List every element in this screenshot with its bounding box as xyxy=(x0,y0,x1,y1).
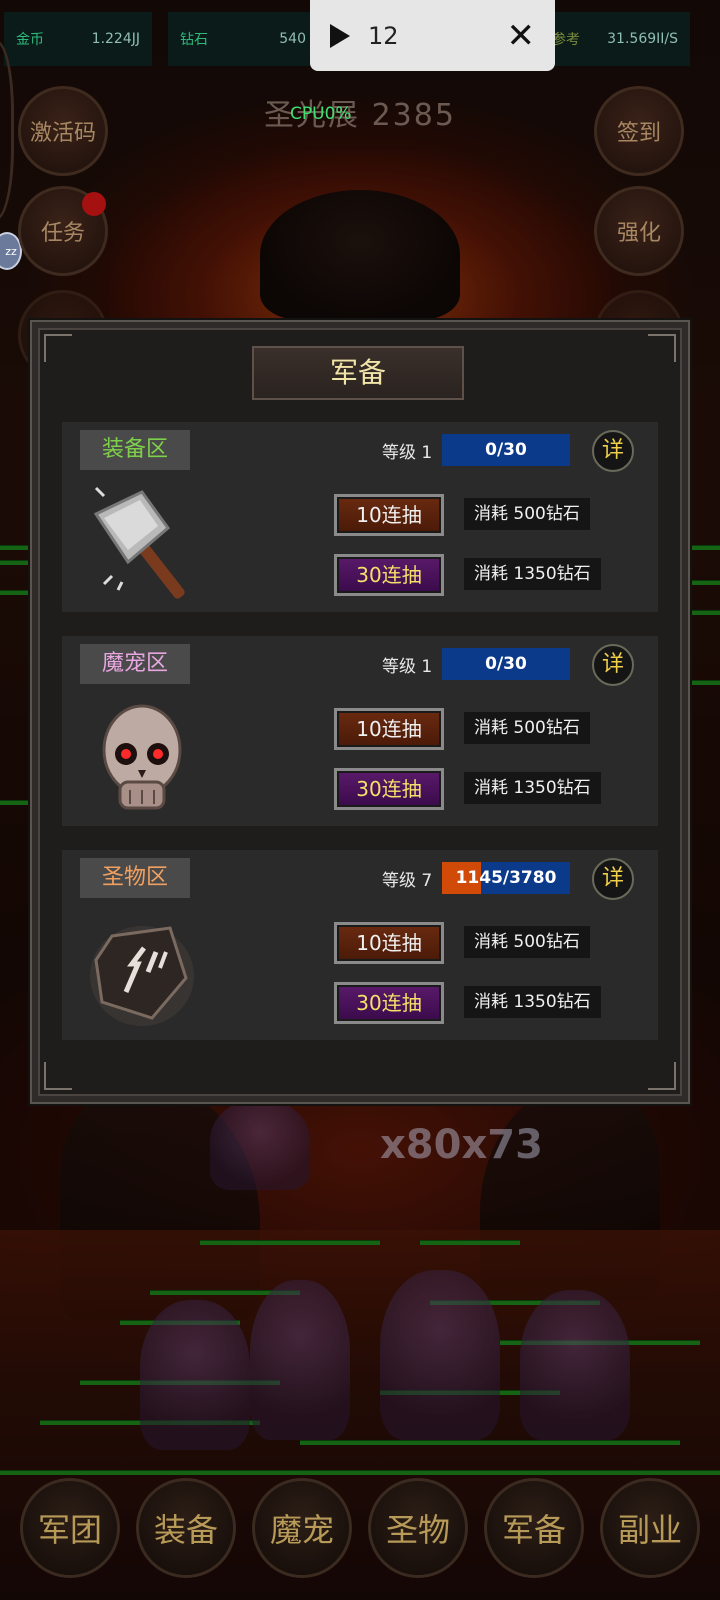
diamond-value: 540 xyxy=(279,31,306,47)
nav-button-5[interactable]: 副业 xyxy=(600,1478,700,1578)
draw-30-button[interactable]: 30连抽 xyxy=(334,982,444,1024)
play-icon[interactable] xyxy=(330,23,350,48)
enhance-button[interactable]: 强化 xyxy=(594,186,684,276)
diamond-counter: 钻石 540 xyxy=(168,12,318,66)
draw-10-button[interactable]: 10连抽 xyxy=(334,922,444,964)
reference-counter: 参考 31.569II/S xyxy=(548,12,690,66)
cpu-indicator: CPU0% xyxy=(290,104,352,124)
section-tag: 魔宠区 xyxy=(80,644,190,684)
cost-10-label: 消耗 500钻石 xyxy=(464,498,590,530)
cost-10-label: 消耗 500钻石 xyxy=(464,926,590,958)
level-value: 7 xyxy=(421,871,433,891)
gold-counter: 金币 1.224JJ xyxy=(4,12,152,66)
level-prefix: 等级 xyxy=(382,871,416,891)
cost-30-label: 消耗 1350钻石 xyxy=(464,986,601,1018)
progress-text: 0/30 xyxy=(485,654,527,674)
nav-label: 副业 xyxy=(617,1511,682,1549)
task-label: 任务 xyxy=(40,221,85,246)
nav-label: 军团 xyxy=(37,1511,102,1549)
frame-corner xyxy=(648,334,676,362)
detail-button[interactable]: 详 xyxy=(592,644,634,686)
progress-text: 0/30 xyxy=(485,440,527,460)
level-progress-bar: 0/30 xyxy=(442,648,570,680)
equipment-section: 装备区 等级 1 0/30 详 10连抽 30连抽 消耗 500钻石 消耗 13… xyxy=(62,422,658,612)
activation-code-label: 激活码 xyxy=(29,121,96,146)
detail-button[interactable]: 详 xyxy=(592,858,634,900)
level-progress-bar: 0/30 xyxy=(442,434,570,466)
level-progress-bar: 1145/3780 xyxy=(442,862,570,894)
nav-label: 装备 xyxy=(153,1511,218,1549)
skull-icon xyxy=(82,698,202,818)
diamond-label: 钻石 xyxy=(180,32,208,48)
progress-text: 1145/3780 xyxy=(455,868,557,888)
checkin-button[interactable]: 签到 xyxy=(594,86,684,176)
section-tag: 装备区 xyxy=(80,430,190,470)
playback-count: 12 xyxy=(368,21,399,50)
enhance-label: 强化 xyxy=(616,221,661,246)
nav-label: 圣物 xyxy=(385,1511,450,1549)
detail-button[interactable]: 详 xyxy=(592,430,634,472)
cost-30-label: 消耗 1350钻石 xyxy=(464,772,601,804)
section-tag: 圣物区 xyxy=(80,858,190,898)
cost-10-label: 消耗 500钻石 xyxy=(464,712,590,744)
nav-button-3[interactable]: 圣物 xyxy=(368,1478,468,1578)
level-prefix: 等级 xyxy=(382,657,416,677)
draw-30-button[interactable]: 30连抽 xyxy=(334,768,444,810)
damage-multiplier-text: x80x73 xyxy=(380,1122,543,1168)
level-value: 1 xyxy=(421,657,433,677)
pet-section: 魔宠区 等级 1 0/30 详 10连抽 30连抽 消耗 500钻石 消耗 13… xyxy=(62,636,658,826)
cost-30-label: 消耗 1350钻石 xyxy=(464,558,601,590)
level-label: 等级 1 xyxy=(382,652,432,677)
relic-section: 圣物区 等级 7 1145/3780 详 10连抽 30连抽 消耗 500钻石 … xyxy=(62,850,658,1040)
nav-label: 军备 xyxy=(501,1511,566,1549)
level-prefix: 等级 xyxy=(382,443,416,463)
nav-button-0[interactable]: 军团 xyxy=(20,1478,120,1578)
level-value: 1 xyxy=(421,443,433,463)
draw-30-button[interactable]: 30连抽 xyxy=(334,554,444,596)
nav-button-4[interactable]: 军备 xyxy=(484,1478,584,1578)
dialog-title: 军备 xyxy=(252,346,464,400)
level-label: 等级 7 xyxy=(382,866,432,891)
gold-label: 金币 xyxy=(16,32,44,48)
axe-icon xyxy=(82,484,202,604)
checkin-label: 签到 xyxy=(616,121,661,146)
nav-label: 魔宠 xyxy=(269,1511,334,1549)
armament-dialog: 军备 装备区 等级 1 0/30 详 10连抽 30连抽 消耗 500钻石 消耗… xyxy=(30,320,690,1104)
nav-button-1[interactable]: 装备 xyxy=(136,1478,236,1578)
draw-10-button[interactable]: 10连抽 xyxy=(334,708,444,750)
level-label: 等级 1 xyxy=(382,438,432,463)
reference-label: 参考 xyxy=(552,32,580,48)
reference-value: 31.569II/S xyxy=(607,31,678,47)
activation-code-button[interactable]: 激活码 xyxy=(18,86,108,176)
rune-stone-icon xyxy=(82,912,202,1032)
frame-corner xyxy=(648,1062,676,1090)
gold-value: 1.224JJ xyxy=(91,31,140,47)
draw-10-button[interactable]: 10连抽 xyxy=(334,494,444,536)
nav-button-2[interactable]: 魔宠 xyxy=(252,1478,352,1578)
frame-corner xyxy=(44,334,72,362)
close-icon[interactable]: ✕ xyxy=(507,19,536,53)
frame-corner xyxy=(44,1062,72,1090)
playback-overlay: 12 ✕ xyxy=(310,0,555,71)
task-notification-dot xyxy=(82,192,106,216)
